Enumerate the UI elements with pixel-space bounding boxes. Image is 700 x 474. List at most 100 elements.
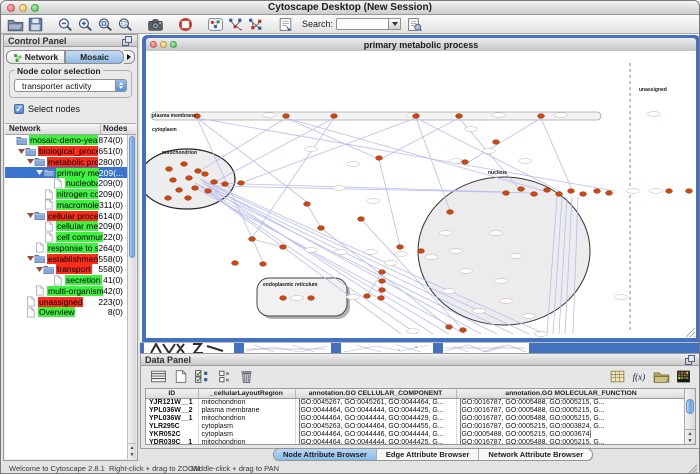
tree-item-mosaic-demo-yeast[interactable]: mosaic-demo-yeast874(0): [5, 135, 136, 146]
tree-item-establishment-of-lo[interactable]: establishment of lo558(0): [5, 253, 136, 264]
network-node[interactable]: [544, 188, 551, 193]
zoom-out-icon[interactable]: [56, 16, 74, 32]
network-node[interactable]: [493, 140, 500, 145]
network-view-frame[interactable]: primary metabolic process plasma membran…: [142, 35, 700, 342]
network-edge[interactable]: [203, 118, 286, 169]
network-view-titlebar[interactable]: primary metabolic process: [146, 38, 696, 51]
search-options-icon[interactable]: [405, 16, 423, 32]
function-icon[interactable]: f(x): [630, 369, 648, 385]
tab-network[interactable]: Network: [6, 50, 65, 64]
network-node[interactable]: [418, 249, 425, 254]
frame-zoom-button[interactable]: [170, 41, 177, 48]
table-row[interactable]: YPL036W__1mitochondrion[GO:0044464, GO:0…: [146, 414, 686, 422]
network-node[interactable]: [358, 217, 365, 222]
table-scrollbar-thumb[interactable]: [686, 399, 694, 414]
network-node[interactable]: [666, 189, 673, 194]
network-node[interactable]: [456, 114, 463, 119]
network-node[interactable]: [531, 192, 538, 197]
network-node[interactable]: [413, 114, 420, 119]
network-node[interactable]: [538, 114, 545, 119]
network-node[interactable]: [280, 245, 287, 250]
network-node[interactable]: [686, 189, 693, 194]
select-nodes-checkbox[interactable]: ✓: [14, 104, 24, 114]
import-attributes-icon[interactable]: [652, 369, 670, 385]
float-panel-icon[interactable]: [684, 354, 696, 366]
tree-item-transport[interactable]: transport558(0): [5, 264, 136, 275]
network-node[interactable]: [232, 261, 239, 266]
network-node[interactable]: [379, 288, 386, 293]
table-scrollbar-arrows[interactable]: ▲▼: [685, 429, 695, 444]
layout-icon-2[interactable]: [246, 16, 264, 32]
network-graph[interactable]: plasma membranecytoplasmmitochondrionnuc…: [146, 51, 696, 338]
tab-overflow-button[interactable]: [124, 50, 135, 64]
network-node[interactable]: [170, 178, 177, 183]
zoom-fit-icon[interactable]: [96, 16, 114, 32]
network-node[interactable]: [283, 114, 290, 119]
tree-item-nitrogen-compo[interactable]: nitrogen compo209(0): [5, 189, 136, 200]
zoom-selected-icon[interactable]: [116, 16, 134, 32]
network-node[interactable]: [249, 237, 256, 242]
network-node[interactable]: [462, 160, 469, 165]
network-node[interactable]: [446, 325, 453, 330]
tree-expander-icon[interactable]: [17, 149, 25, 154]
web-service-icon[interactable]: [276, 16, 294, 32]
network-node[interactable]: [580, 192, 587, 197]
tree-item-unassigned[interactable]: unassigned223(0): [5, 296, 136, 307]
zoom-in-icon[interactable]: [76, 16, 94, 32]
tree-expander-icon[interactable]: [26, 159, 34, 164]
network-node[interactable]: [503, 191, 510, 196]
network-node[interactable]: [331, 114, 338, 119]
heatmap-icon[interactable]: [674, 369, 692, 385]
tree-item-macromolecule[interactable]: macromolecule311(0): [5, 200, 136, 211]
network-edge[interactable]: [252, 239, 283, 247]
network-node[interactable]: [379, 279, 386, 284]
tab-edge-attribute-browser[interactable]: Edge Attribute Browser: [377, 449, 479, 460]
network-node[interactable]: [376, 156, 383, 161]
tree-item-metabolic-process[interactable]: metabolic process280(0): [5, 157, 136, 168]
tree-item-cellular-metabo[interactable]: cellular metabo209(0): [5, 221, 136, 232]
tree-item-cellular-process[interactable]: cellular process614(0): [5, 210, 136, 221]
float-panel-icon[interactable]: [121, 35, 133, 47]
layout-icon[interactable]: [226, 16, 244, 32]
tree-scrollbar-arrows[interactable]: ▲▼: [128, 443, 136, 459]
network-node[interactable]: [195, 169, 202, 174]
network-node[interactable]: [222, 182, 229, 187]
tree-item-response-to-stimulu[interactable]: response to stimulu264(0): [5, 243, 136, 254]
search-input[interactable]: [336, 18, 388, 30]
network-node[interactable]: [568, 189, 575, 194]
tree-expander-icon[interactable]: [35, 267, 43, 272]
minimize-button[interactable]: [19, 4, 27, 12]
network-node[interactable]: [379, 270, 386, 275]
network-canvas[interactable]: plasma membranecytoplasmmitochondrionnuc…: [146, 51, 696, 338]
network-node[interactable]: [260, 262, 267, 267]
tab-network-attribute-browser[interactable]: Network Attribute Browser: [479, 449, 592, 460]
snapshot-icon[interactable]: [146, 16, 164, 32]
network-node[interactable]: [460, 328, 467, 333]
tree-item-primary-metabo[interactable]: primary metabo209(...: [5, 167, 136, 178]
tree-scrollbar[interactable]: ▲▼: [127, 135, 136, 459]
open-icon[interactable]: [6, 16, 24, 32]
delete-attribute-icon[interactable]: [237, 369, 255, 385]
network-node[interactable]: [447, 210, 454, 215]
tree-item-overview[interactable]: Overview8(0): [5, 307, 136, 318]
frame-close-button[interactable]: [150, 41, 157, 48]
network-node[interactable]: [211, 180, 218, 185]
network-node[interactable]: [176, 188, 183, 193]
network-node[interactable]: [397, 245, 404, 250]
network-node[interactable]: [378, 296, 385, 301]
network-edge[interactable]: [197, 118, 615, 191]
network-node[interactable]: [205, 189, 212, 194]
tree-item-secretion[interactable]: secretion41(0): [5, 275, 136, 286]
network-node[interactable]: [606, 191, 613, 196]
matrix-icon[interactable]: [608, 369, 626, 385]
network-edge[interactable]: [241, 118, 416, 183]
search-dropdown-button[interactable]: [388, 18, 401, 30]
network-node[interactable]: [364, 294, 371, 299]
tab-mosaic[interactable]: Mosaic: [65, 50, 124, 64]
table-row[interactable]: YKR052Ccytoplasm[GO:0044464, GO:0044446,…: [146, 430, 686, 438]
node-color-dropdown[interactable]: transporter activity: [14, 79, 127, 92]
network-node[interactable]: [202, 172, 209, 177]
network-node[interactable]: [304, 202, 311, 207]
new-page-icon[interactable]: [171, 369, 189, 385]
attribute-list-icon[interactable]: [149, 369, 167, 385]
